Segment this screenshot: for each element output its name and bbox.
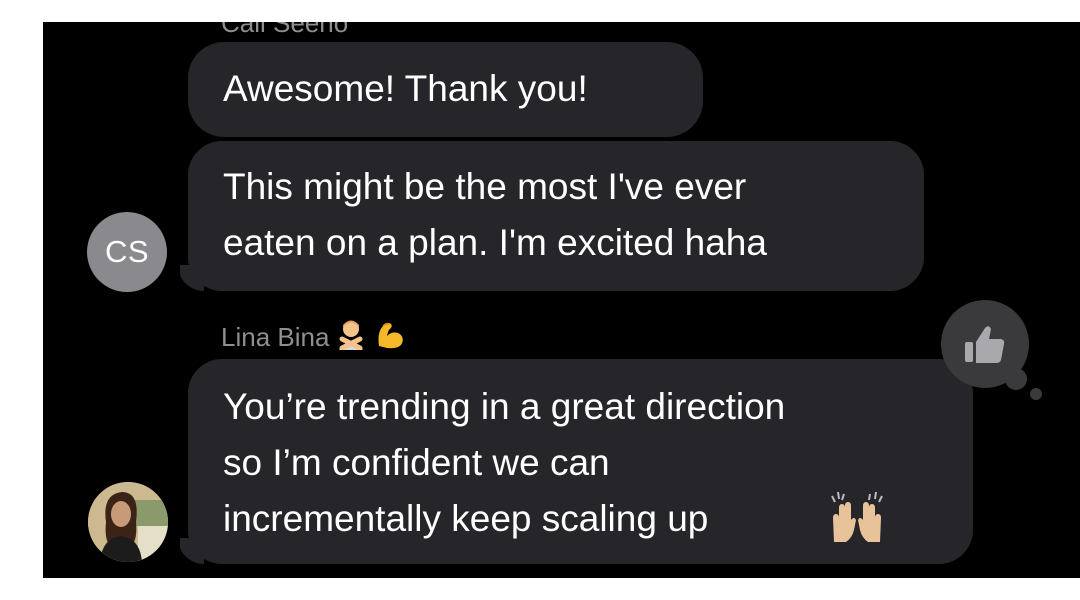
profile-photo-icon <box>88 482 168 562</box>
message-bubble[interactable]: Awesome! Thank you! <box>188 42 703 137</box>
person-gesturing-no-icon <box>335 318 367 357</box>
message-text: Awesome! Thank you! <box>223 68 588 109</box>
flexed-biceps-icon <box>373 318 407 357</box>
avatar-lina-bina[interactable] <box>88 482 168 562</box>
avatar-initials: CS <box>104 234 150 269</box>
chat-thread: Cali Seeno Awesome! Thank you! This migh… <box>43 22 1080 578</box>
sender-name: Lina Bina <box>221 322 330 352</box>
message-bubble[interactable]: You’re trending in a great direction so … <box>188 359 973 564</box>
bubble-tail-mask <box>162 535 180 565</box>
bubble-tail <box>178 538 204 564</box>
raising-hands-icon <box>828 490 886 564</box>
bubble-tail <box>178 265 204 291</box>
reaction-bubble-dot <box>1030 388 1042 400</box>
bubble-tail-mask <box>162 262 180 292</box>
avatar-cs[interactable]: CS <box>87 212 167 292</box>
thumbs-up-icon <box>965 326 1005 363</box>
message-text: This might be the most I've ever eaten o… <box>223 166 767 263</box>
message-bubble[interactable]: This might be the most I've ever eaten o… <box>188 141 924 291</box>
sender-row: Lina Bina <box>221 318 407 357</box>
previous-sender-name: Cali Seeno <box>221 22 349 38</box>
tapback-reaction[interactable] <box>941 300 1029 388</box>
